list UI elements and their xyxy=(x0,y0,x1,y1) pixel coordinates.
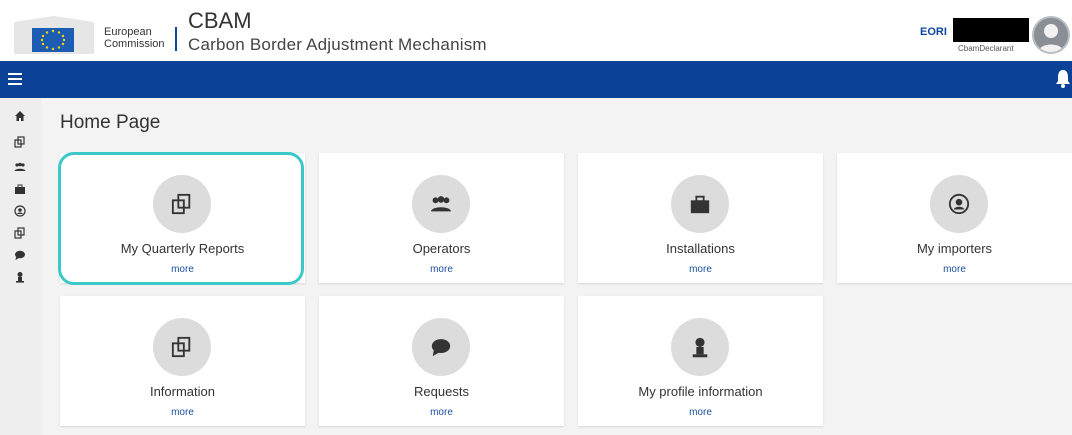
card-label: Installations xyxy=(666,241,735,256)
card-more-link[interactable]: more xyxy=(319,264,564,275)
sidebar-item-information[interactable] xyxy=(12,225,28,241)
users-icon xyxy=(430,196,452,212)
reports-icon xyxy=(171,336,191,358)
european-commission-logo xyxy=(14,16,94,54)
card-icon-circle xyxy=(930,175,988,233)
card-my-importers[interactable]: My importers more xyxy=(837,153,1072,283)
card-icon-circle xyxy=(153,318,211,376)
card-icon-circle xyxy=(412,318,470,376)
avatar-person-icon xyxy=(1038,24,1064,52)
sidebar-item-operators[interactable] xyxy=(12,159,28,175)
chat-icon xyxy=(15,250,25,260)
card-label: My profile information xyxy=(638,384,763,399)
card-icon-circle xyxy=(671,175,729,233)
card-more-link[interactable]: more xyxy=(319,407,564,418)
app-subtitle: Carbon Border Adjustment Mechanism xyxy=(188,35,487,54)
chat-icon xyxy=(431,339,451,357)
notification-bell-icon[interactable] xyxy=(1054,68,1072,88)
card-icon-circle xyxy=(153,175,211,233)
person-icon xyxy=(16,272,24,283)
card-label: My importers xyxy=(916,241,993,256)
card-icon-circle xyxy=(412,175,470,233)
sidebar-item-importers[interactable] xyxy=(12,203,28,219)
app-title: CBAM xyxy=(188,8,252,33)
app-header: European Commission CBAM Carbon Border A… xyxy=(0,0,1072,61)
ec-line-1: European xyxy=(104,26,152,38)
card-more-link[interactable]: more xyxy=(578,407,823,418)
ec-wordmark: European Commission xyxy=(104,26,165,50)
user-circle-icon xyxy=(948,193,970,215)
sidebar-item-installations[interactable] xyxy=(12,181,28,197)
card-information[interactable]: Information more xyxy=(60,296,305,426)
user-avatar[interactable] xyxy=(1032,16,1070,54)
card-my-quarterly-reports[interactable]: My Quarterly Reports more xyxy=(60,153,305,283)
card-label: Requests xyxy=(414,384,469,399)
card-more-link[interactable]: more xyxy=(578,264,823,275)
reports-icon xyxy=(171,193,191,215)
card-operators[interactable]: Operators more xyxy=(319,153,564,283)
briefcase-icon xyxy=(15,184,25,194)
home-icon xyxy=(15,111,25,121)
ec-line-2: Commission xyxy=(104,38,165,50)
card-label: Operators xyxy=(412,241,471,256)
sidebar-item-home[interactable] xyxy=(12,108,28,124)
header-divider xyxy=(175,27,177,51)
card-label: My Quarterly Reports xyxy=(120,241,245,256)
user-role: CbamDeclarant xyxy=(958,44,1014,53)
reports-icon xyxy=(14,227,25,239)
card-more-link[interactable]: more xyxy=(837,264,1072,275)
card-requests[interactable]: Requests more xyxy=(319,296,564,426)
reports-icon xyxy=(14,136,25,148)
card-more-link[interactable]: more xyxy=(60,264,305,275)
card-my-profile-information[interactable]: My profile information more xyxy=(578,296,823,426)
person-icon xyxy=(692,337,708,358)
card-label: Information xyxy=(149,384,216,399)
page-title: Home Page xyxy=(60,112,161,133)
card-installations[interactable]: Installations more xyxy=(578,153,823,283)
card-more-link[interactable]: more xyxy=(60,407,305,418)
sidebar-item-quarterly-reports[interactable] xyxy=(12,134,28,150)
eori-label: EORI xyxy=(920,26,947,38)
user-circle-icon xyxy=(14,205,26,217)
sidebar-item-profile[interactable] xyxy=(12,269,28,285)
eori-redacted-value xyxy=(953,18,1029,42)
briefcase-icon xyxy=(690,195,710,214)
sidebar-item-requests[interactable] xyxy=(12,247,28,263)
card-icon-circle xyxy=(671,318,729,376)
menu-icon[interactable] xyxy=(8,73,22,85)
top-navigation-bar xyxy=(0,61,1072,98)
users-icon xyxy=(14,162,26,171)
